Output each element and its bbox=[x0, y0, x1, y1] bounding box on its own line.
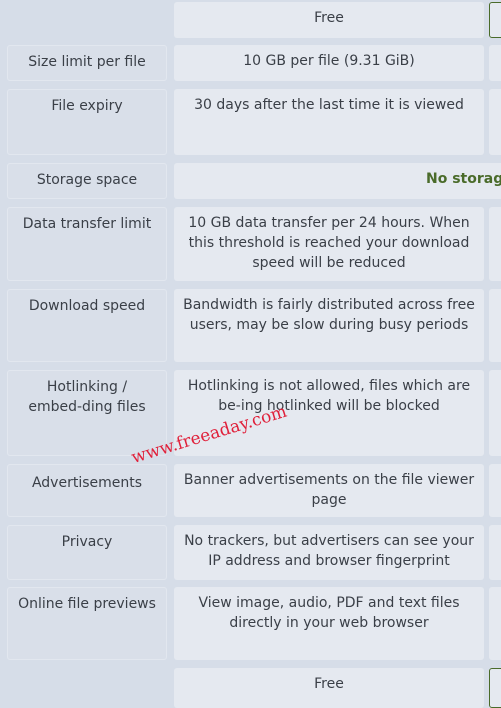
row-value: No trackers, but advertisers can see you… bbox=[174, 525, 484, 580]
row-value-next bbox=[489, 525, 501, 580]
row-value-next bbox=[489, 587, 501, 660]
row-value-next bbox=[489, 45, 501, 81]
plan-footer-next bbox=[489, 668, 501, 708]
row-label: Size limit per file bbox=[7, 45, 167, 81]
row-value: 30 days after the last time it is viewed bbox=[174, 89, 484, 155]
row-value-next bbox=[489, 289, 501, 362]
row-label: Online file previews bbox=[7, 587, 167, 660]
row-value-next bbox=[489, 207, 501, 281]
row-value-storage: No storag bbox=[174, 163, 501, 199]
row-value-next bbox=[489, 370, 501, 456]
row-value: View image, audio, PDF and text files di… bbox=[174, 587, 484, 660]
row-label: Hotlinking / embed-ding files bbox=[7, 370, 167, 456]
plan-footer-free: Free bbox=[174, 668, 484, 708]
row-label: Download speed bbox=[7, 289, 167, 362]
row-label: File expiry bbox=[7, 89, 167, 155]
row-label: Storage space bbox=[7, 163, 167, 199]
plan-header-next bbox=[489, 2, 501, 38]
plan-header-free: Free bbox=[174, 2, 484, 38]
row-value: 10 GB per file (9.31 GiB) bbox=[174, 45, 484, 81]
row-value: Bandwidth is fairly distributed across f… bbox=[174, 289, 484, 362]
row-label: Advertisements bbox=[7, 464, 167, 517]
row-label: Privacy bbox=[7, 525, 167, 580]
row-label: Data transfer limit bbox=[7, 207, 167, 281]
row-value-next bbox=[489, 464, 501, 517]
row-value-next bbox=[489, 89, 501, 155]
row-value: 10 GB data transfer per 24 hours. When t… bbox=[174, 207, 484, 281]
row-value: Hotlinking is not allowed, files which a… bbox=[174, 370, 484, 456]
row-value: Banner advertisements on the file viewer… bbox=[174, 464, 484, 517]
